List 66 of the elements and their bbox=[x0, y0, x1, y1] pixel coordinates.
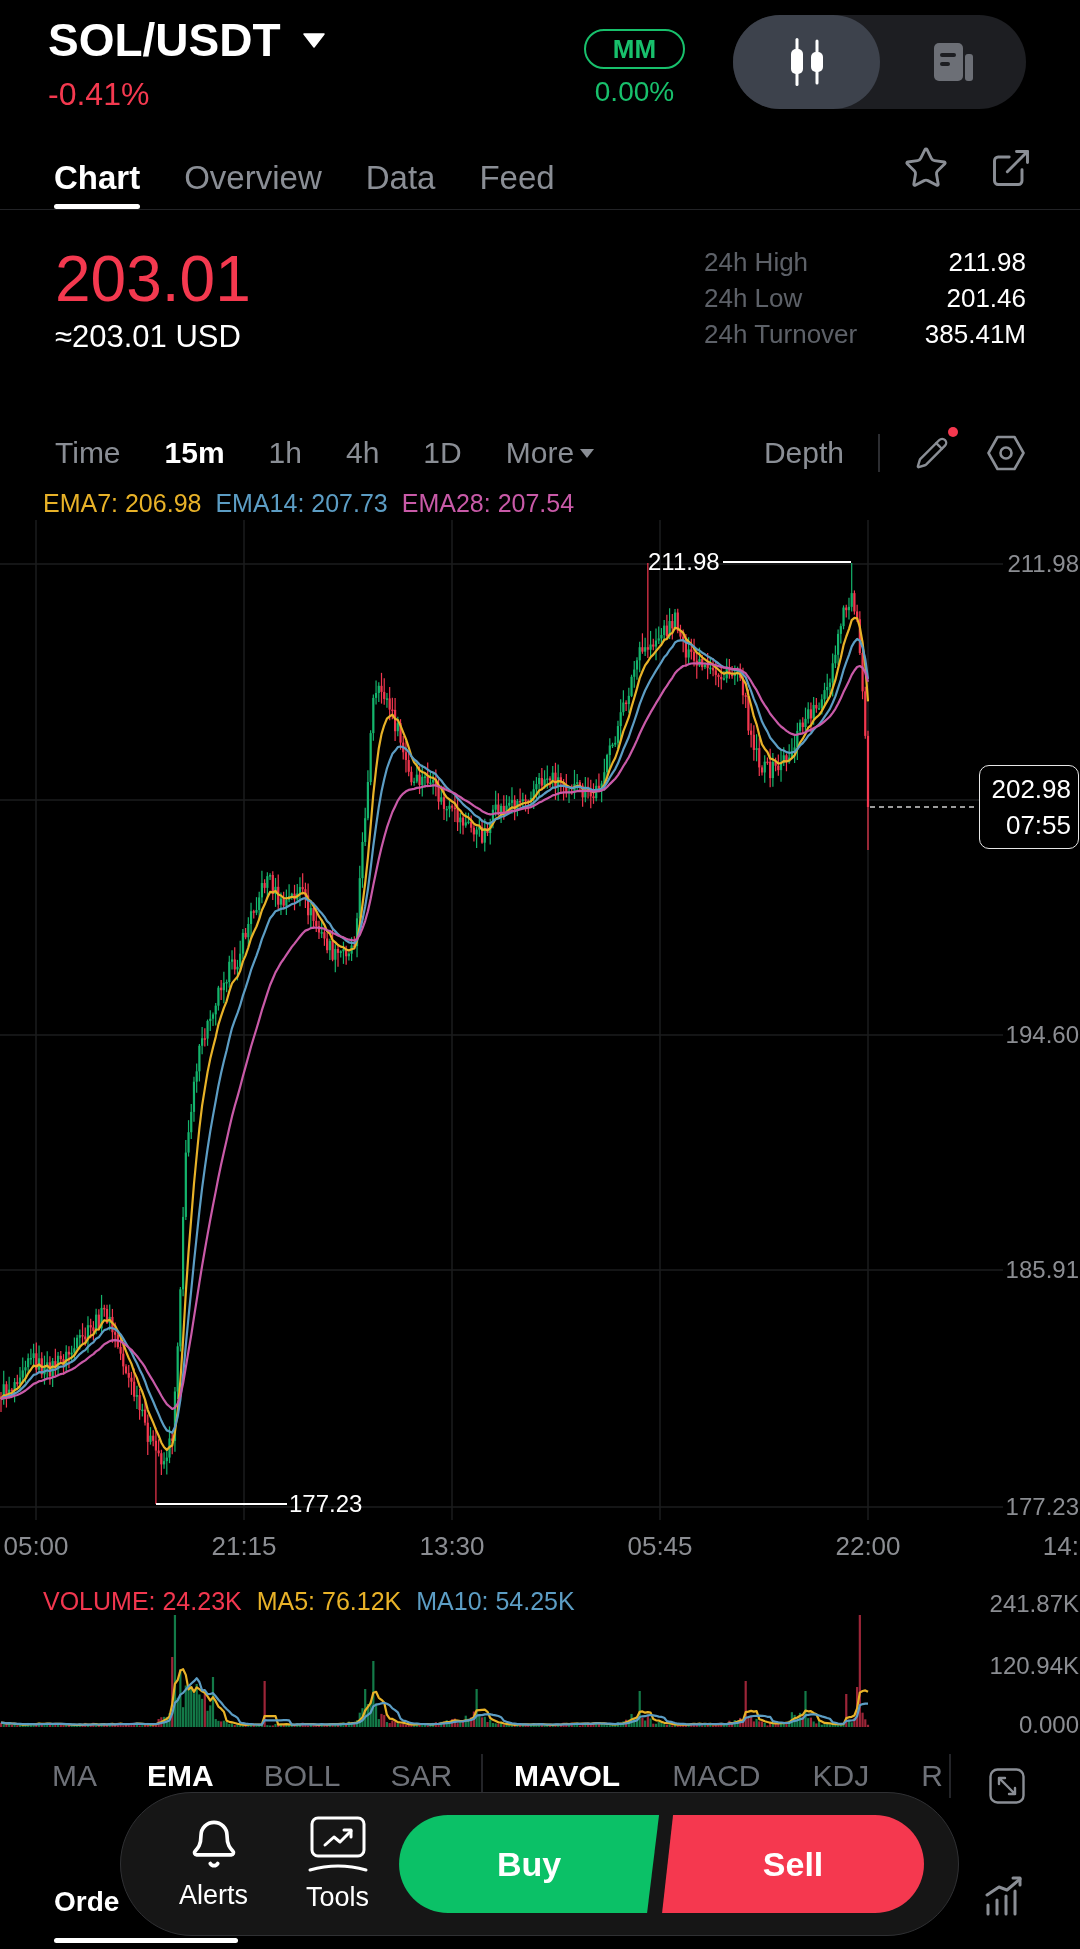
expand-icon[interactable] bbox=[988, 1768, 1025, 1804]
volume-axis-label: 241.87K bbox=[989, 1590, 1079, 1618]
toolbar-button[interactable]: Tools bbox=[306, 1816, 370, 1912]
ema-legend-value: EMA28: 207.54 bbox=[401, 488, 575, 518]
price-change: -0.41% bbox=[48, 76, 150, 112]
time-axis-label: 14: bbox=[1042, 1531, 1079, 1561]
volume-axis-label: 0.000 bbox=[1018, 1711, 1079, 1739]
interval-tab[interactable]: 4h bbox=[346, 435, 380, 471]
bar-chart-icon[interactable] bbox=[984, 1874, 1024, 1916]
mm-rate: 0.00% bbox=[594, 76, 675, 108]
indicator-tab[interactable]: BOLL bbox=[263, 1761, 341, 1791]
ema-legend-value: EMA14: 207.73 bbox=[215, 488, 388, 518]
toolbar-button[interactable]: Alerts bbox=[179, 1818, 249, 1910]
interval-tab[interactable]: 15m bbox=[164, 435, 225, 471]
interval-tab[interactable]: 1h bbox=[268, 435, 302, 471]
stat-label: 24h High bbox=[704, 246, 810, 279]
caret-down-icon bbox=[580, 448, 595, 458]
indicator-tab[interactable]: MA bbox=[52, 1761, 97, 1791]
indicator-tab[interactable]: SAR bbox=[390, 1761, 453, 1791]
pair-title[interactable]: SOL/USDT bbox=[48, 15, 281, 65]
volume-legend-value: VOLUME: 24.23K bbox=[43, 1586, 242, 1616]
depth-button[interactable]: Depth bbox=[763, 435, 844, 471]
indicator-tab[interactable]: R bbox=[921, 1761, 943, 1791]
last-price-value: 202.98 bbox=[991, 773, 1071, 806]
last-price: 203.01 bbox=[55, 243, 251, 315]
stat-value: 211.98 bbox=[947, 246, 1026, 279]
panel-tab[interactable]: Orde bbox=[54, 1886, 120, 1918]
interval-tab[interactable]: More bbox=[505, 435, 595, 471]
time-axis-label: 13:30 bbox=[419, 1531, 485, 1561]
time-axis-label: 21:15 bbox=[211, 1531, 277, 1561]
tab[interactable]: Chart bbox=[54, 112, 141, 209]
price-axis-label: 211.98 bbox=[1007, 550, 1079, 578]
monitor-chart-icon bbox=[306, 1816, 369, 1872]
indicator-tab[interactable]: KDJ bbox=[812, 1761, 870, 1791]
stat-label: 24h Low bbox=[704, 282, 804, 315]
settings-icon[interactable] bbox=[987, 435, 1025, 471]
usd-price: ≈203.01 USD bbox=[55, 319, 242, 355]
volume-legend-value: MA10: 54.25K bbox=[416, 1586, 575, 1616]
stat-label: 24h Turnover bbox=[704, 318, 859, 351]
price-axis-label: 177.23 bbox=[1005, 1493, 1079, 1521]
indicator-tab[interactable]: MAVOL bbox=[514, 1761, 621, 1791]
indicator-tab[interactable]: EMA bbox=[147, 1761, 214, 1791]
sell-button[interactable]: Sell bbox=[662, 1815, 925, 1913]
time-axis-label: 05:45 bbox=[627, 1531, 693, 1561]
pencil-icon[interactable] bbox=[915, 436, 949, 470]
tab[interactable]: Overview bbox=[184, 112, 322, 209]
price-axis-label: 185.91 bbox=[1005, 1256, 1079, 1284]
mm-tag[interactable]: MM bbox=[584, 29, 685, 69]
stat-value: 201.46 bbox=[945, 282, 1026, 315]
indicator-tab[interactable]: MACD bbox=[672, 1761, 761, 1791]
stat-value: 385.41M bbox=[924, 318, 1026, 351]
price-axis-label: 194.60 bbox=[1005, 1021, 1079, 1049]
tab[interactable]: Data bbox=[365, 112, 436, 209]
time-axis-label: 22:00 bbox=[835, 1531, 901, 1561]
tab[interactable]: Feed bbox=[479, 112, 555, 209]
ema-legend-value: EMA7: 206.98 bbox=[43, 488, 202, 518]
countdown-timer: 07:55 bbox=[1005, 809, 1071, 842]
volume-axis-label: 120.94K bbox=[989, 1652, 1079, 1680]
volume-legend-value: MA5: 76.12K bbox=[256, 1586, 402, 1616]
low-price-label: 177.23 bbox=[289, 1490, 363, 1518]
interval-tab[interactable]: 1D bbox=[423, 435, 462, 471]
interval-tab[interactable]: Time bbox=[55, 435, 121, 471]
time-axis-label: 05:00 bbox=[3, 1531, 69, 1561]
caret-down-icon[interactable] bbox=[302, 32, 325, 48]
high-price-label: 211.98 bbox=[648, 548, 720, 576]
document-icon bbox=[932, 41, 974, 83]
